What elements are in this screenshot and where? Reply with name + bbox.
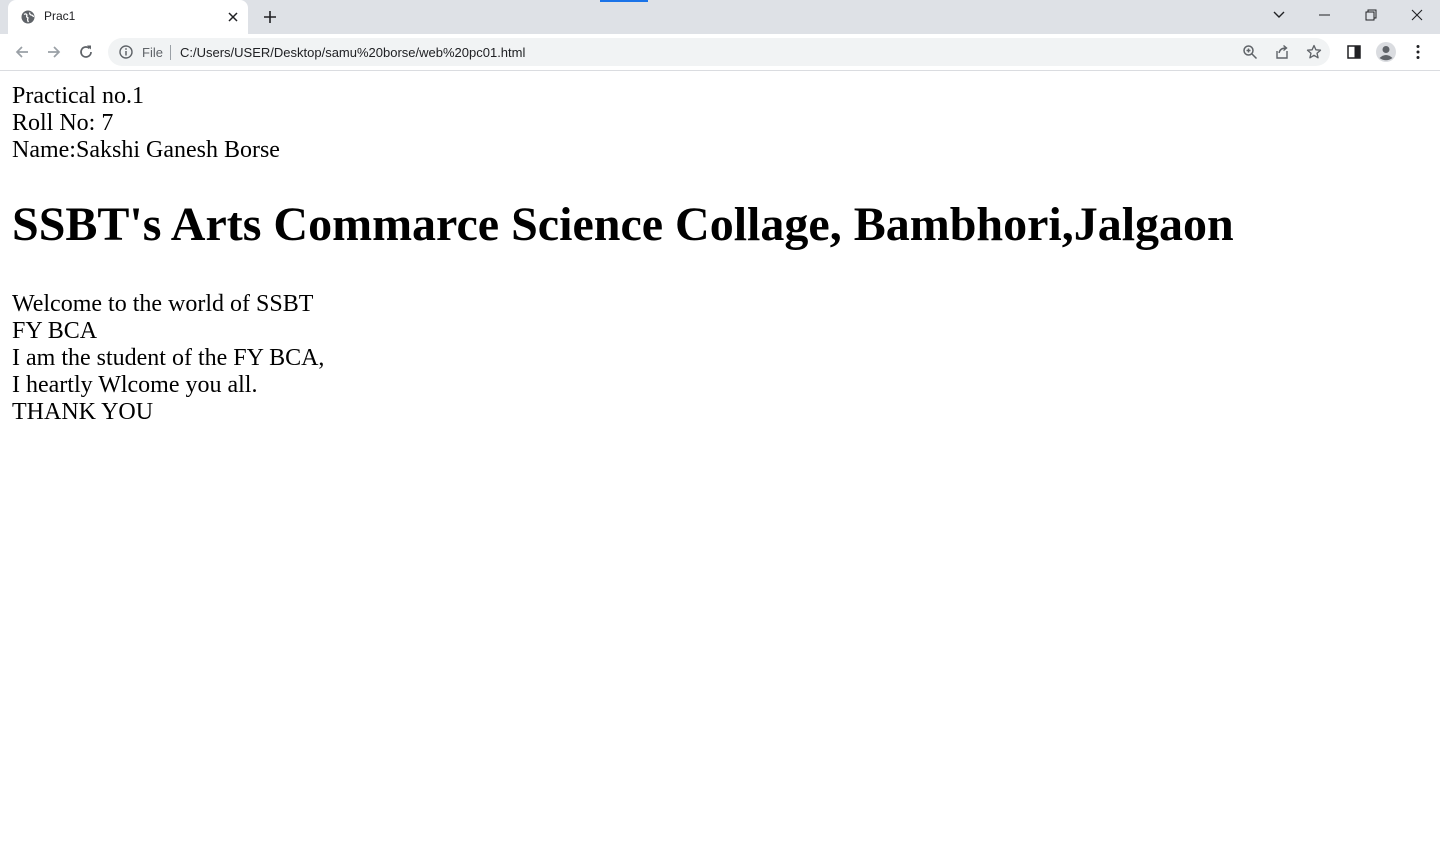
restore-button[interactable] (1348, 0, 1394, 30)
zoom-icon[interactable] (1240, 42, 1260, 62)
url-scheme-label: File (142, 45, 163, 60)
minimize-icon (1319, 14, 1330, 16)
class-line: FY BCA (12, 318, 98, 344)
tab-title: Prac1 (44, 9, 76, 23)
browser-toolbar: File C:/Users/USER/Desktop/samu%20borse/… (0, 34, 1440, 71)
back-arrow-icon (15, 46, 28, 58)
close-icon[interactable] (224, 8, 242, 26)
tab-prac1[interactable]: Prac1 (8, 0, 248, 34)
reload-button[interactable] (72, 38, 100, 66)
forward-arrow-icon (48, 46, 61, 58)
url-text[interactable]: C:/Users/USER/Desktop/samu%20borse/web%2… (180, 45, 525, 60)
globe-icon (20, 9, 36, 25)
back-button[interactable] (8, 38, 36, 66)
minimize-button[interactable] (1302, 0, 1348, 30)
roll-number: Roll No: 7 (12, 110, 114, 136)
plus-icon (264, 11, 276, 23)
college-heading: SSBT's Arts Commarce Science Collage, Ba… (12, 198, 1234, 251)
profile-icon (1376, 42, 1396, 62)
forward-button[interactable] (40, 38, 68, 66)
reload-icon (80, 45, 92, 58)
window-close-icon (1411, 9, 1423, 21)
star-icon[interactable] (1304, 42, 1324, 62)
greeting-line: I heartly Wlcome you all. (12, 372, 258, 398)
welcome-line: Welcome to the world of SSBT (12, 291, 314, 317)
tab-strip: Prac1 (0, 0, 1440, 34)
share-icon[interactable] (1272, 42, 1292, 62)
chevron-down-icon (1273, 11, 1285, 18)
info-icon[interactable] (118, 44, 134, 60)
restore-icon (1365, 9, 1377, 21)
tab-search-button[interactable] (1256, 0, 1302, 30)
menu-button[interactable] (1404, 38, 1432, 66)
window-close-button[interactable] (1394, 0, 1440, 30)
profile-button[interactable] (1372, 38, 1400, 66)
page-content: Practical no.1 Roll No: 7 Name:Sakshi Ga… (12, 83, 1412, 426)
new-tab-button[interactable] (258, 6, 282, 28)
side-panel-button[interactable] (1340, 38, 1368, 66)
side-panel-icon (1347, 45, 1361, 59)
thank-you-line: THANK YOU (12, 399, 154, 425)
loading-indicator (600, 0, 648, 2)
student-name: Name:Sakshi Ganesh Borse (12, 137, 280, 163)
address-bar[interactable]: File C:/Users/USER/Desktop/samu%20borse/… (108, 38, 1330, 66)
omnibox-divider (170, 45, 171, 60)
student-line: I am the student of the FY BCA, (12, 345, 325, 371)
more-vert-icon (1416, 45, 1420, 59)
practical-number: Practical no.1 (12, 83, 144, 109)
